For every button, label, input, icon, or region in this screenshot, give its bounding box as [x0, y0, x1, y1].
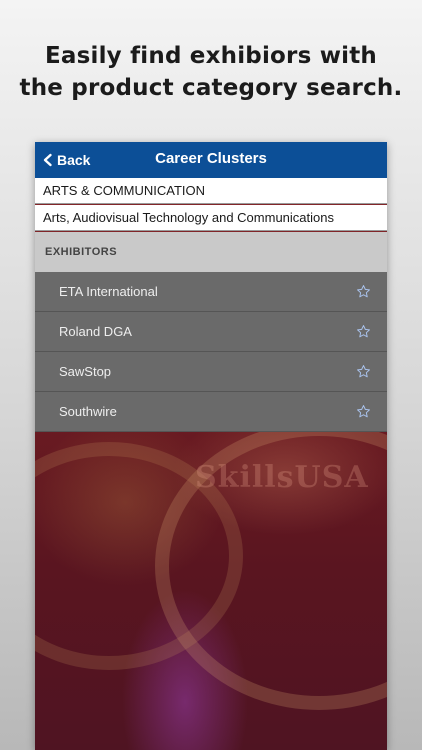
category-label: ARTS & COMMUNICATION: [35, 178, 387, 204]
medal-engraving: SkillsUSA: [195, 460, 369, 495]
exhibitor-row[interactable]: Southwire: [35, 392, 387, 432]
exhibitors-section-header: EXHIBITORS: [35, 232, 387, 272]
promo-headline-line-1: Easily find exhibiors with: [44, 43, 377, 69]
subcategory-row[interactable]: Arts, Audiovisual Technology and Communi…: [35, 205, 387, 231]
back-label: Back: [57, 152, 91, 168]
star-icon[interactable]: [356, 284, 371, 299]
exhibitor-list: ETA International Roland DGA SawStop Sou…: [35, 272, 387, 432]
nav-bar: Back Career Clusters: [35, 142, 387, 178]
exhibitor-row[interactable]: Roland DGA: [35, 312, 387, 352]
chevron-left-icon: [43, 153, 52, 167]
back-button[interactable]: Back: [41, 142, 90, 178]
star-icon[interactable]: [356, 364, 371, 379]
exhibitor-row[interactable]: SawStop: [35, 352, 387, 392]
promo-headline-line-2: the product category search.: [19, 75, 403, 101]
star-icon[interactable]: [356, 404, 371, 419]
exhibitor-name: ETA International: [59, 284, 158, 299]
star-icon[interactable]: [356, 324, 371, 339]
exhibitor-name: SawStop: [59, 364, 112, 379]
exhibitor-name: Southwire: [59, 404, 117, 419]
phone-screen: SkillsUSA Back Career Clusters ARTS & CO…: [35, 142, 387, 750]
exhibitor-row[interactable]: ETA International: [35, 272, 387, 312]
promo-headline: Easily find exhibiors with the product c…: [0, 40, 422, 104]
exhibitor-name: Roland DGA: [59, 324, 132, 339]
